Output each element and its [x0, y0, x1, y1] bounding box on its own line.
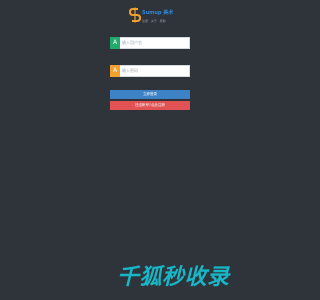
register-button[interactable]: 还没帐号?点此注册	[110, 101, 190, 110]
username-field: A	[110, 37, 191, 49]
dollar-logo-icon	[129, 7, 141, 23]
lock-icon: A	[110, 65, 120, 77]
password-input[interactable]	[121, 66, 191, 76]
login-button[interactable]: 立即登录	[110, 90, 190, 99]
logo-text: Sumup 美术	[142, 10, 174, 16]
password-field: A	[110, 65, 191, 77]
user-icon: A	[110, 37, 120, 49]
username-input[interactable]	[121, 38, 191, 48]
brand-watermark: 千狐秒收录	[117, 265, 230, 290]
site-logo[interactable]: Sumup 美术 注册 · 关于 · 帮助	[129, 7, 179, 25]
logo-subtitle: 注册 · 关于 · 帮助	[142, 19, 166, 23]
